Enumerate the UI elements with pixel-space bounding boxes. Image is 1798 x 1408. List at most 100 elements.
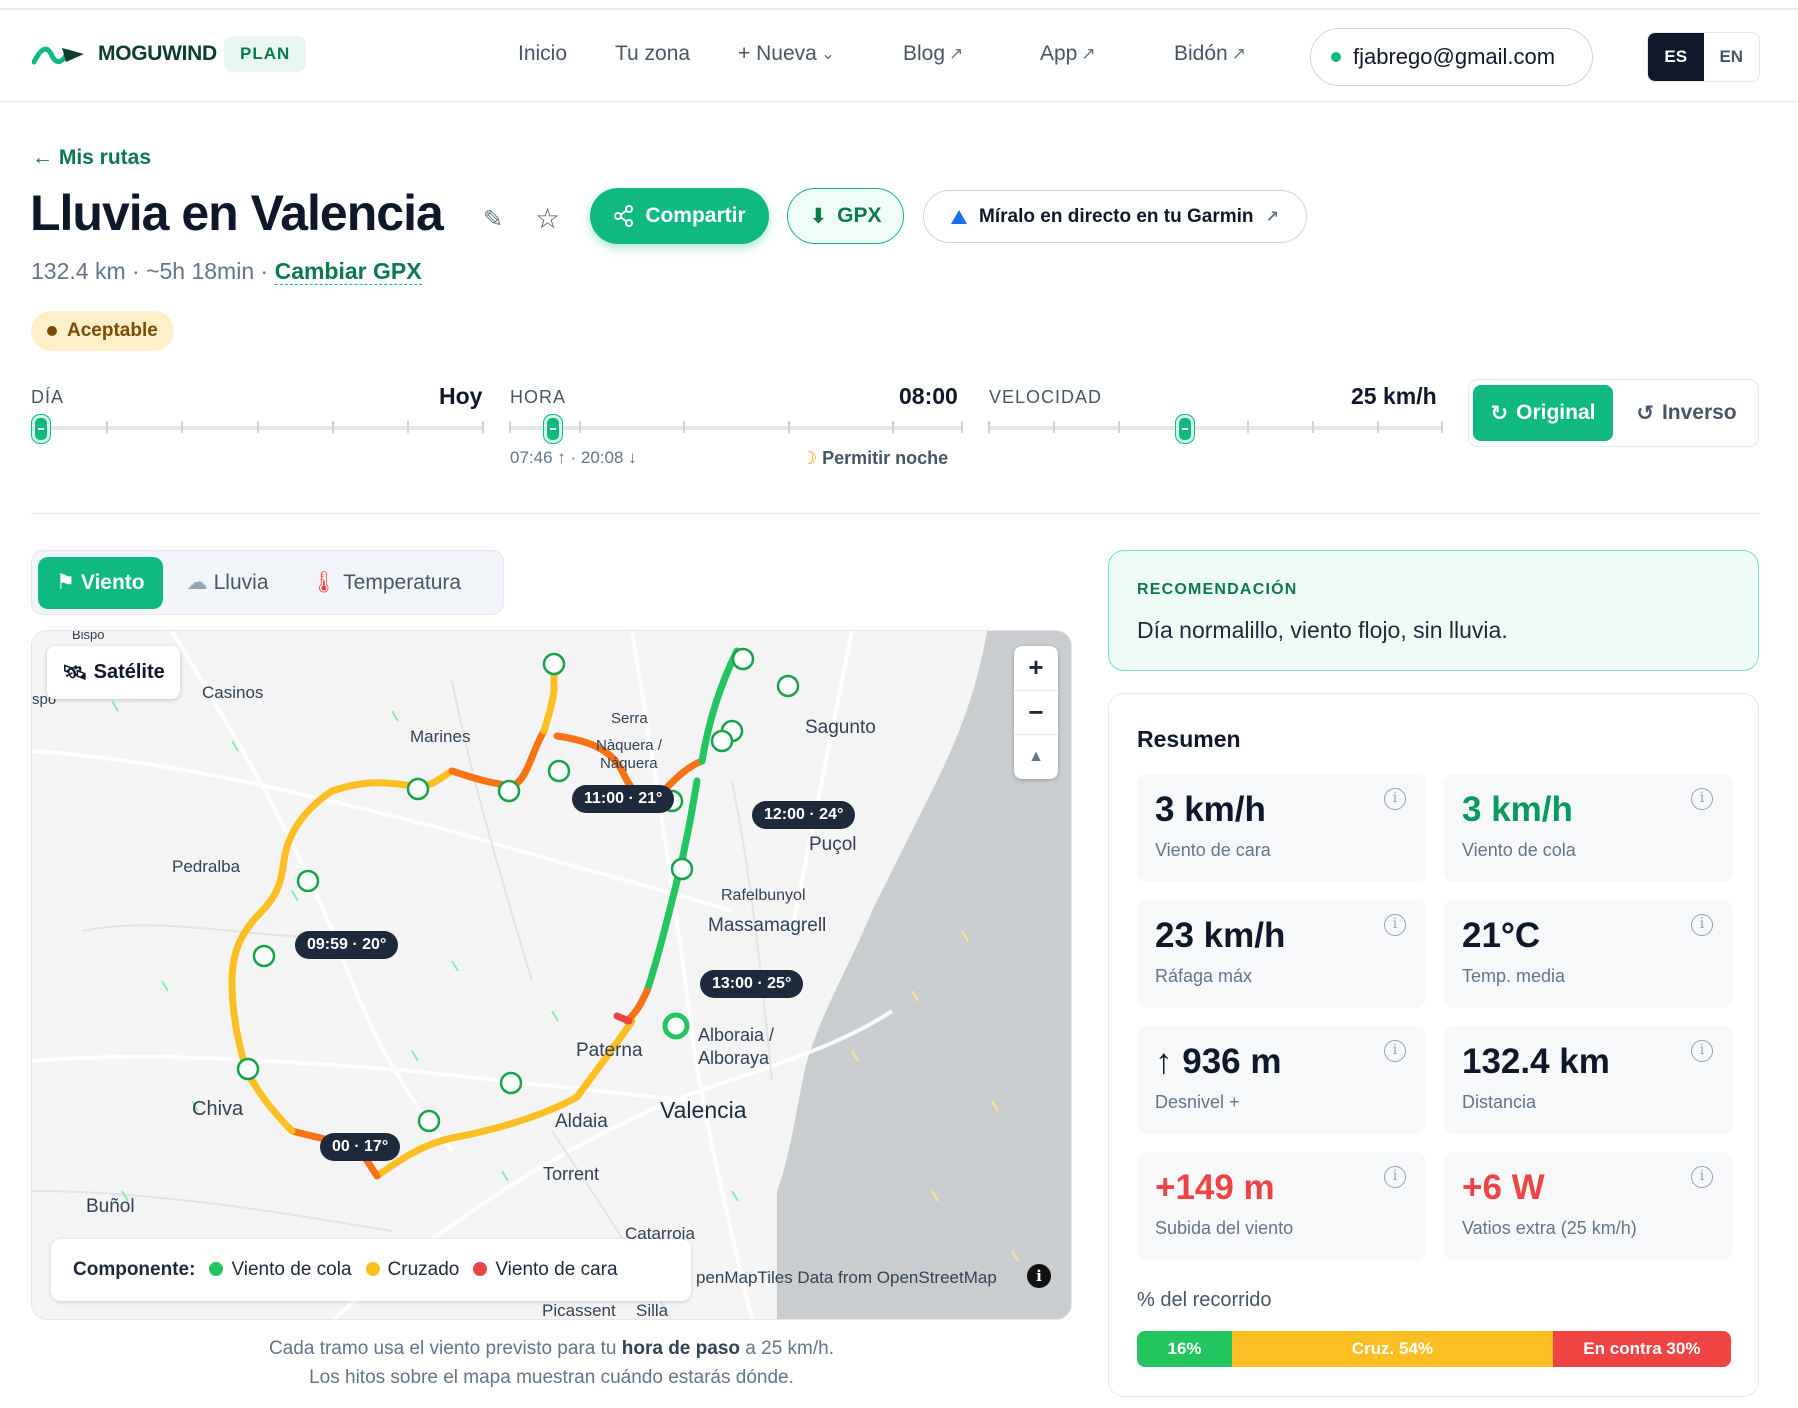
nav-app[interactable]: App ↗ bbox=[1040, 42, 1096, 66]
nav-label: Tu zona bbox=[615, 42, 691, 65]
garmin-live-button[interactable]: Míralo en directo en tu Garmin ↗ bbox=[923, 190, 1307, 243]
stat-card-elevation: ↑ 936 m Desnivel + i bbox=[1137, 1026, 1426, 1134]
info-icon[interactable]: i bbox=[1691, 914, 1713, 936]
info-icon[interactable]: i bbox=[1691, 1040, 1713, 1062]
favorite-star-icon[interactable]: ☆ bbox=[535, 202, 560, 235]
route-segment bbox=[328, 767, 456, 795]
info-icon[interactable]: i bbox=[1384, 788, 1406, 810]
nav-inicio[interactable]: Inicio bbox=[518, 42, 567, 66]
satellite-toggle-button[interactable]: 🛰 Satélite bbox=[47, 646, 180, 699]
legend-tail-label: Viento de cola bbox=[231, 1259, 352, 1280]
moon-icon: ☽ bbox=[801, 448, 818, 468]
stat-label: Distancia bbox=[1462, 1092, 1537, 1112]
waypoint-time-label[interactable]: 13:00 · 25° bbox=[700, 970, 804, 998]
tab-temperature-label: Temperatura bbox=[343, 570, 462, 594]
gpx-download-button[interactable]: ⬇ GPX bbox=[787, 188, 904, 244]
allow-night-label: Permitir noche bbox=[822, 448, 949, 468]
town-label: Picassent bbox=[542, 1301, 616, 1320]
percent-segment-cross: Cruz. 54% bbox=[1232, 1331, 1553, 1367]
tab-wind[interactable]: ⚑ Viento bbox=[38, 556, 163, 609]
caption-bold: hora de paso bbox=[621, 1338, 740, 1359]
direction-original-button[interactable]: ↻ Original bbox=[1473, 385, 1613, 441]
brand-name: MOGUWIND bbox=[98, 42, 217, 65]
info-icon[interactable]: i bbox=[1691, 788, 1713, 810]
external-link-icon: ↗ bbox=[1231, 44, 1246, 63]
back-to-routes-link[interactable]: ← Mis rutas bbox=[32, 146, 151, 170]
info-icon[interactable]: i bbox=[1384, 1040, 1406, 1062]
hour-slider-track[interactable] bbox=[510, 426, 963, 430]
hour-slider-value: 08:00 bbox=[899, 383, 958, 409]
tab-rain[interactable]: ☁ Lluvia bbox=[169, 557, 287, 609]
stat-value: +6 W bbox=[1462, 1168, 1545, 1207]
direction-inverse-button[interactable]: ↺ Inverso bbox=[1619, 385, 1754, 441]
nav-nueva[interactable]: + Nueva ⌄ bbox=[738, 42, 835, 66]
town-label: Aldaia bbox=[555, 1111, 608, 1132]
waypoint-time-label[interactable]: 00 · 17° bbox=[320, 1133, 401, 1161]
direction-inverse-label: Inverso bbox=[1661, 401, 1737, 424]
zoom-out-button[interactable]: − bbox=[1014, 691, 1058, 736]
town-label: Alboraya bbox=[698, 1048, 770, 1068]
caption-text: Cada tramo usa el viento previsto para t… bbox=[269, 1338, 622, 1359]
legend-head-label: Viento de cara bbox=[495, 1259, 618, 1280]
route-percent-bar: 16% Cruz. 54% En contra 30% bbox=[1137, 1331, 1731, 1367]
wind-flag-icon: ⚑ bbox=[56, 571, 75, 594]
allow-night-toggle[interactable]: ☽ Permitir noche bbox=[801, 448, 948, 469]
day-slider-handle[interactable] bbox=[32, 415, 50, 443]
sunrise-sunset: 07:46 ↑ · 20:08 ↓ bbox=[510, 448, 637, 467]
hour-slider-handle[interactable] bbox=[544, 415, 562, 443]
nav-label: + Nueva bbox=[738, 42, 817, 65]
share-label: Compartir bbox=[645, 204, 746, 227]
speed-slider-handle[interactable] bbox=[1176, 415, 1194, 443]
info-icon[interactable]: i bbox=[1384, 1166, 1406, 1188]
nav-label: Inicio bbox=[518, 42, 568, 65]
route-distance: 132.4 km bbox=[31, 258, 126, 284]
plan-badge: PLAN bbox=[224, 36, 307, 72]
attribution-info-icon[interactable]: i bbox=[1027, 1264, 1051, 1288]
brand-logo[interactable]: MOGUWIND bbox=[32, 42, 217, 66]
nav-bidon[interactable]: Bidón ↗ bbox=[1174, 42, 1246, 66]
legend-cross-label: Cruzado bbox=[387, 1259, 460, 1280]
town-label: Marines bbox=[410, 727, 471, 746]
info-icon[interactable]: i bbox=[1691, 1166, 1713, 1188]
satellite-label: Satélite bbox=[93, 661, 165, 683]
waypoint-time-label[interactable]: 09:59 · 20° bbox=[295, 931, 399, 959]
waypoint-time-label[interactable]: 11:00 · 21° bbox=[572, 785, 675, 813]
stat-card-wind-climb: +149 m Subida del viento i bbox=[1137, 1152, 1426, 1260]
garmin-label: Míralo en directo en tu Garmin bbox=[979, 205, 1254, 227]
zoom-controls: + − ▲ bbox=[1014, 646, 1058, 779]
language-switch: ES EN bbox=[1647, 32, 1760, 82]
info-icon[interactable]: i bbox=[1384, 914, 1406, 936]
stat-card-temperature: 21°C Temp. media i bbox=[1444, 900, 1733, 1008]
town-label: Serra bbox=[611, 710, 648, 727]
compass-reset-button[interactable]: ▲ bbox=[1014, 735, 1058, 779]
account-button[interactable]: fjabrego@gmail.com bbox=[1310, 28, 1593, 86]
speed-slider-label: VELOCIDAD bbox=[989, 387, 1103, 407]
town-label: Casinos bbox=[202, 683, 264, 702]
map-attribution[interactable]: penMapTiles Data from OpenStreetMap bbox=[696, 1268, 997, 1288]
stat-value: 21°C bbox=[1462, 916, 1541, 955]
recommendation-card: RECOMENDACIÓN Día normalillo, viento flo… bbox=[1108, 550, 1759, 671]
town-label: Rafelbunyol bbox=[721, 887, 806, 904]
hour-slider-label: HORA bbox=[510, 387, 567, 407]
edit-title-icon[interactable]: ✎ bbox=[483, 205, 503, 234]
summary-panel: Resumen 3 km/h Viento de cara i 3 km/h V… bbox=[1108, 693, 1759, 1397]
stat-card-distance: 132.4 km Distancia i bbox=[1444, 1026, 1733, 1134]
lang-es-button[interactable]: ES bbox=[1648, 33, 1704, 81]
percent-segment-head: En contra 30% bbox=[1552, 1331, 1731, 1367]
tab-temperature[interactable]: 🌡 Temperatura bbox=[293, 557, 480, 609]
legend-dot-icon bbox=[209, 1262, 224, 1276]
zoom-in-button[interactable]: + bbox=[1014, 646, 1058, 691]
change-gpx-link[interactable]: Cambiar GPX bbox=[274, 258, 422, 285]
share-button[interactable]: Compartir bbox=[590, 188, 769, 244]
stat-card-tailwind: 3 km/h Viento de cola i bbox=[1444, 774, 1733, 882]
percent-segment-tail: 16% bbox=[1137, 1331, 1233, 1367]
waypoint-time-label[interactable]: 12:00 · 24° bbox=[752, 801, 856, 829]
speed-slider-track[interactable] bbox=[989, 426, 1442, 430]
nav-tu-zona[interactable]: Tu zona bbox=[615, 42, 690, 66]
reverse-icon: ↺ bbox=[1636, 401, 1654, 425]
nav-blog[interactable]: Blog ↗ bbox=[903, 42, 963, 66]
legend-dot-icon bbox=[473, 1262, 488, 1276]
legend-tail: Viento de cola bbox=[209, 1259, 352, 1281]
lang-en-button[interactable]: EN bbox=[1704, 33, 1760, 81]
route-map[interactable]: Casinos Marines Serra Nàquera / Náquera … bbox=[31, 630, 1072, 1320]
